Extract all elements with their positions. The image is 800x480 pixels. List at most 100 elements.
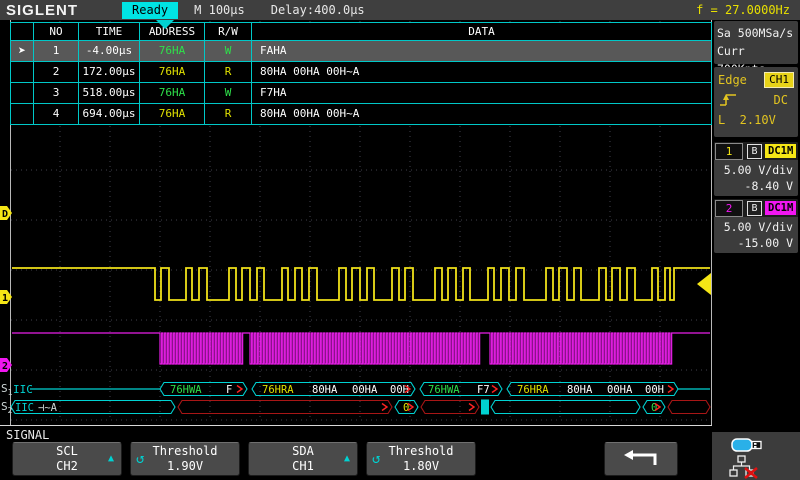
back-arrow-icon	[619, 448, 663, 470]
channel-2-panel[interactable]: 2 B DC1M 5.00 V/div -15.00 V	[714, 199, 798, 253]
channel-1-scale: 5.00 V/div	[714, 162, 793, 178]
trigger-mode: Edge	[718, 73, 747, 87]
softkey-sda-source[interactable]: SDA CH1 ▲	[248, 442, 358, 476]
channel-1-coupling-badge: DC1M	[765, 144, 796, 158]
svg-text:⊣~A: ⊣~A	[38, 402, 58, 414]
knob-icon: ↺	[372, 452, 380, 466]
pointer-column-header	[11, 23, 34, 40]
channel-1-offset: -8.40 V	[714, 178, 793, 194]
col-header-data: DATA	[252, 23, 711, 40]
table-row[interactable]: ➤ 1 -4.00μs 76HA W FAHA	[11, 41, 711, 62]
selected-row-pointer-icon: ➤	[18, 45, 26, 58]
top-status-bar: SIGLENT Ready M 100μs Delay:400.0μs f = …	[0, 0, 800, 20]
channel-1-panel[interactable]: 1 B DC1M 5.00 V/div -8.40 V	[714, 142, 798, 196]
svg-text:0: 0	[651, 402, 657, 414]
cell-rw: R	[205, 104, 252, 124]
cell-address: 76HA	[140, 41, 205, 61]
trigger-level-marker	[697, 273, 711, 295]
trigger-delay-readout[interactable]: Delay:400.0μs	[271, 3, 365, 17]
svg-text:00HA: 00HA	[607, 384, 633, 396]
svg-text:F: F	[226, 384, 232, 396]
trigger-source-badge: CH1	[764, 72, 794, 88]
cell-time: 518.00μs	[79, 83, 140, 103]
col-header-rw: R/W	[205, 23, 252, 40]
oscilloscope-screen: { "top_bar": { "logo": "SIGLENT", "statu…	[0, 0, 800, 480]
table-row[interactable]: 2 172.00μs 76HA R 80HA 00HA 00H~A	[11, 62, 711, 83]
cell-address: 76HA	[140, 104, 205, 124]
svg-text:76HWA: 76HWA	[170, 384, 202, 396]
svg-text:76HRA: 76HRA	[517, 384, 549, 396]
io-status-panel	[712, 432, 800, 480]
channel-2-number: 2	[715, 200, 743, 217]
cell-no: 3	[34, 83, 79, 103]
trigger-position-marker-icon[interactable]	[156, 20, 174, 29]
brand-logo: SIGLENT	[6, 2, 78, 19]
softkey-sda-threshold[interactable]: Threshold 1.80V ↺	[366, 442, 476, 476]
cell-data: 80HA 00HA 00H~A	[252, 104, 711, 124]
table-row[interactable]: 3 518.00μs 76HA W F7HA	[11, 83, 711, 104]
svg-text:D: D	[2, 209, 8, 220]
cell-data: FAHA	[252, 41, 711, 61]
svg-text:2: 2	[2, 361, 8, 372]
cell-data: F7HA	[252, 83, 711, 103]
up-arrow-icon: ▲	[108, 454, 114, 464]
cell-rw: R	[205, 62, 252, 82]
softkey-line1: Threshold	[131, 444, 239, 459]
bus-label-s2: S2	[1, 400, 12, 415]
svg-text:76HWA: 76HWA	[428, 384, 460, 396]
svg-text:0: 0	[403, 402, 409, 414]
svg-text:00H: 00H	[645, 384, 664, 396]
svg-text:80HA: 80HA	[567, 384, 593, 396]
sample-rate: Sa 500MSa/s	[717, 24, 795, 42]
col-header-no: NO	[34, 23, 79, 40]
svg-text:00HA: 00HA	[352, 384, 378, 396]
acquisition-info-panel: Sa 500MSa/s Curr 700Kpts	[714, 21, 798, 64]
ch2-waveform	[12, 333, 710, 364]
svg-text:80HA: 80HA	[312, 384, 338, 396]
ch1-waveform	[12, 268, 710, 300]
up-arrow-icon: ▲	[344, 454, 350, 464]
softkey-line1: SDA	[249, 444, 357, 459]
softkey-line2: CH1	[249, 459, 357, 474]
svg-text:76HRA: 76HRA	[262, 384, 294, 396]
svg-text:1: 1	[2, 293, 8, 304]
decode-event-table: NO TIME ADDRESS R/W DATA ➤ 1 -4.00μs 76H…	[10, 22, 712, 125]
cell-rw: W	[205, 83, 252, 103]
acquisition-status-badge: Ready	[122, 2, 178, 19]
menu-section-label: SIGNAL	[6, 428, 49, 442]
cell-no: 2	[34, 62, 79, 82]
knob-icon: ↺	[136, 452, 144, 466]
rising-edge-icon	[718, 92, 738, 108]
softkey-line1: Threshold	[367, 444, 475, 459]
table-row[interactable]: 4 694.00μs 76HA R 80HA 00HA 00H~A	[11, 104, 711, 124]
back-button[interactable]	[604, 442, 678, 476]
channel-2-scale: 5.00 V/div	[714, 219, 793, 235]
cell-no: 1	[34, 41, 79, 61]
softkey-line1: SCL	[13, 444, 121, 459]
cell-data: 80HA 00HA 00H~A	[252, 62, 711, 82]
svg-text:00H: 00H	[390, 384, 409, 396]
softkey-scl-source[interactable]: SCL CH2 ▲	[12, 442, 122, 476]
cell-address: 76HA	[140, 83, 205, 103]
cell-no: 4	[34, 104, 79, 124]
trigger-coupling: DC	[774, 93, 788, 107]
bandwidth-limit-icon: B	[747, 201, 762, 216]
cell-time: 694.00μs	[79, 104, 140, 124]
channel-2-coupling-badge: DC1M	[765, 201, 796, 215]
bandwidth-limit-icon: B	[747, 144, 762, 159]
frequency-counter: f = 27.0000Hz	[696, 3, 790, 17]
svg-text:F7: F7	[477, 384, 490, 396]
table-header-row: NO TIME ADDRESS R/W DATA	[11, 23, 711, 41]
cell-time: -4.00μs	[79, 41, 140, 61]
timebase-readout[interactable]: M 100μs	[194, 3, 245, 17]
cell-address: 76HA	[140, 62, 205, 82]
softkey-line2: 1.80V	[367, 459, 475, 474]
channel-1-number: 1	[715, 143, 743, 160]
trigger-info-panel[interactable]: Edge CH1 DC L 2.10V	[714, 67, 798, 137]
lan-disconnected-icon	[728, 455, 758, 479]
soft-menu-bar: SIGNAL SCL CH2 ▲ Threshold 1.90V ↺ SDA C…	[0, 426, 800, 480]
channel-2-offset: -15.00 V	[714, 235, 793, 251]
col-header-time: TIME	[79, 23, 140, 40]
svg-text:IIC: IIC	[13, 383, 33, 396]
softkey-scl-threshold[interactable]: Threshold 1.90V ↺	[130, 442, 240, 476]
